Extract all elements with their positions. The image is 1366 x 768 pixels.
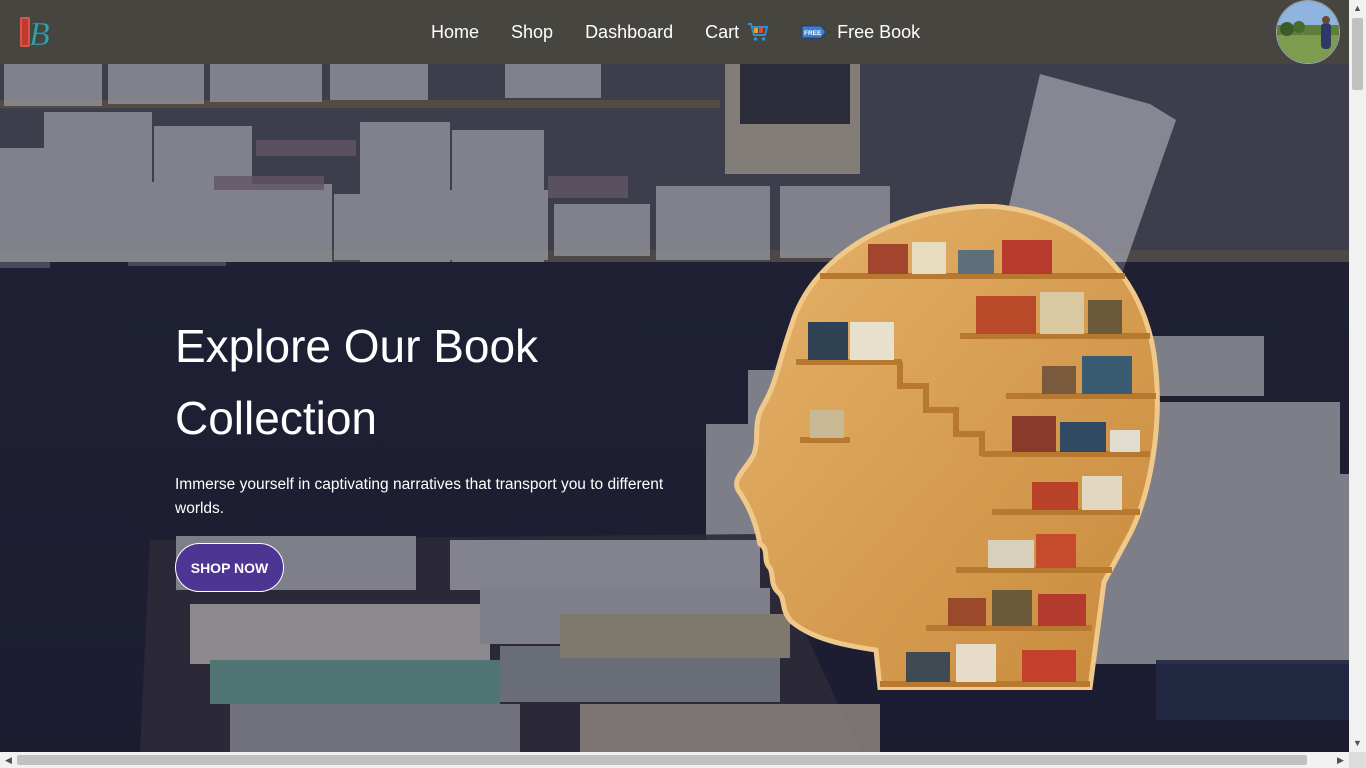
nav-shop-label: Shop [511,21,554,42]
nav-cart-label: Cart [705,21,740,42]
nav-links: Home Shop Dashboard Cart FREE Free Book [431,0,952,64]
nav-dashboard[interactable]: Dashboard [585,22,673,43]
horizontal-scrollbar[interactable]: ◀ ▶ [0,752,1349,768]
svg-text:FREE: FREE [804,30,822,37]
free-tag-icon: FREE [801,25,827,39]
scroll-left-arrow-icon[interactable]: ◀ [0,752,17,768]
head-bookshelf-illustration [734,204,1160,690]
nav-shop[interactable]: Shop [511,22,553,43]
vertical-scrollbar[interactable]: ▲ ▼ [1349,0,1366,752]
scroll-right-arrow-icon[interactable]: ▶ [1332,752,1349,768]
nav-free-book[interactable]: FREE Free Book [801,22,920,43]
nav-home[interactable]: Home [431,22,479,43]
hero-section: Explore Our Book Collection Immerse your… [0,64,1349,752]
shopping-cart-icon [747,22,769,42]
scroll-down-arrow-icon[interactable]: ▼ [1349,735,1366,752]
brand-logo-icon[interactable]: B [18,13,54,51]
horizontal-scrollbar-thumb[interactable] [17,755,1307,765]
vertical-scrollbar-thumb[interactable] [1352,18,1363,90]
hero-subtitle: Immerse yourself in captivating narrativ… [175,476,664,517]
top-navbar: B Home Shop Dashboard Cart FREE Free Boo… [0,0,1349,64]
nav-dashboard-label: Dashboard [585,21,674,42]
nav-cart[interactable]: Cart [705,22,769,43]
shop-now-button[interactable]: SHOP NOW [175,543,284,592]
nav-free-book-label: Free Book [837,21,921,42]
hero-title: Explore Our Book Collection [175,320,539,444]
nav-home-label: Home [431,21,480,42]
scrollbar-corner [1349,752,1366,768]
svg-text:B: B [29,16,50,51]
scroll-up-arrow-icon[interactable]: ▲ [1349,0,1366,17]
user-avatar[interactable] [1276,0,1340,64]
